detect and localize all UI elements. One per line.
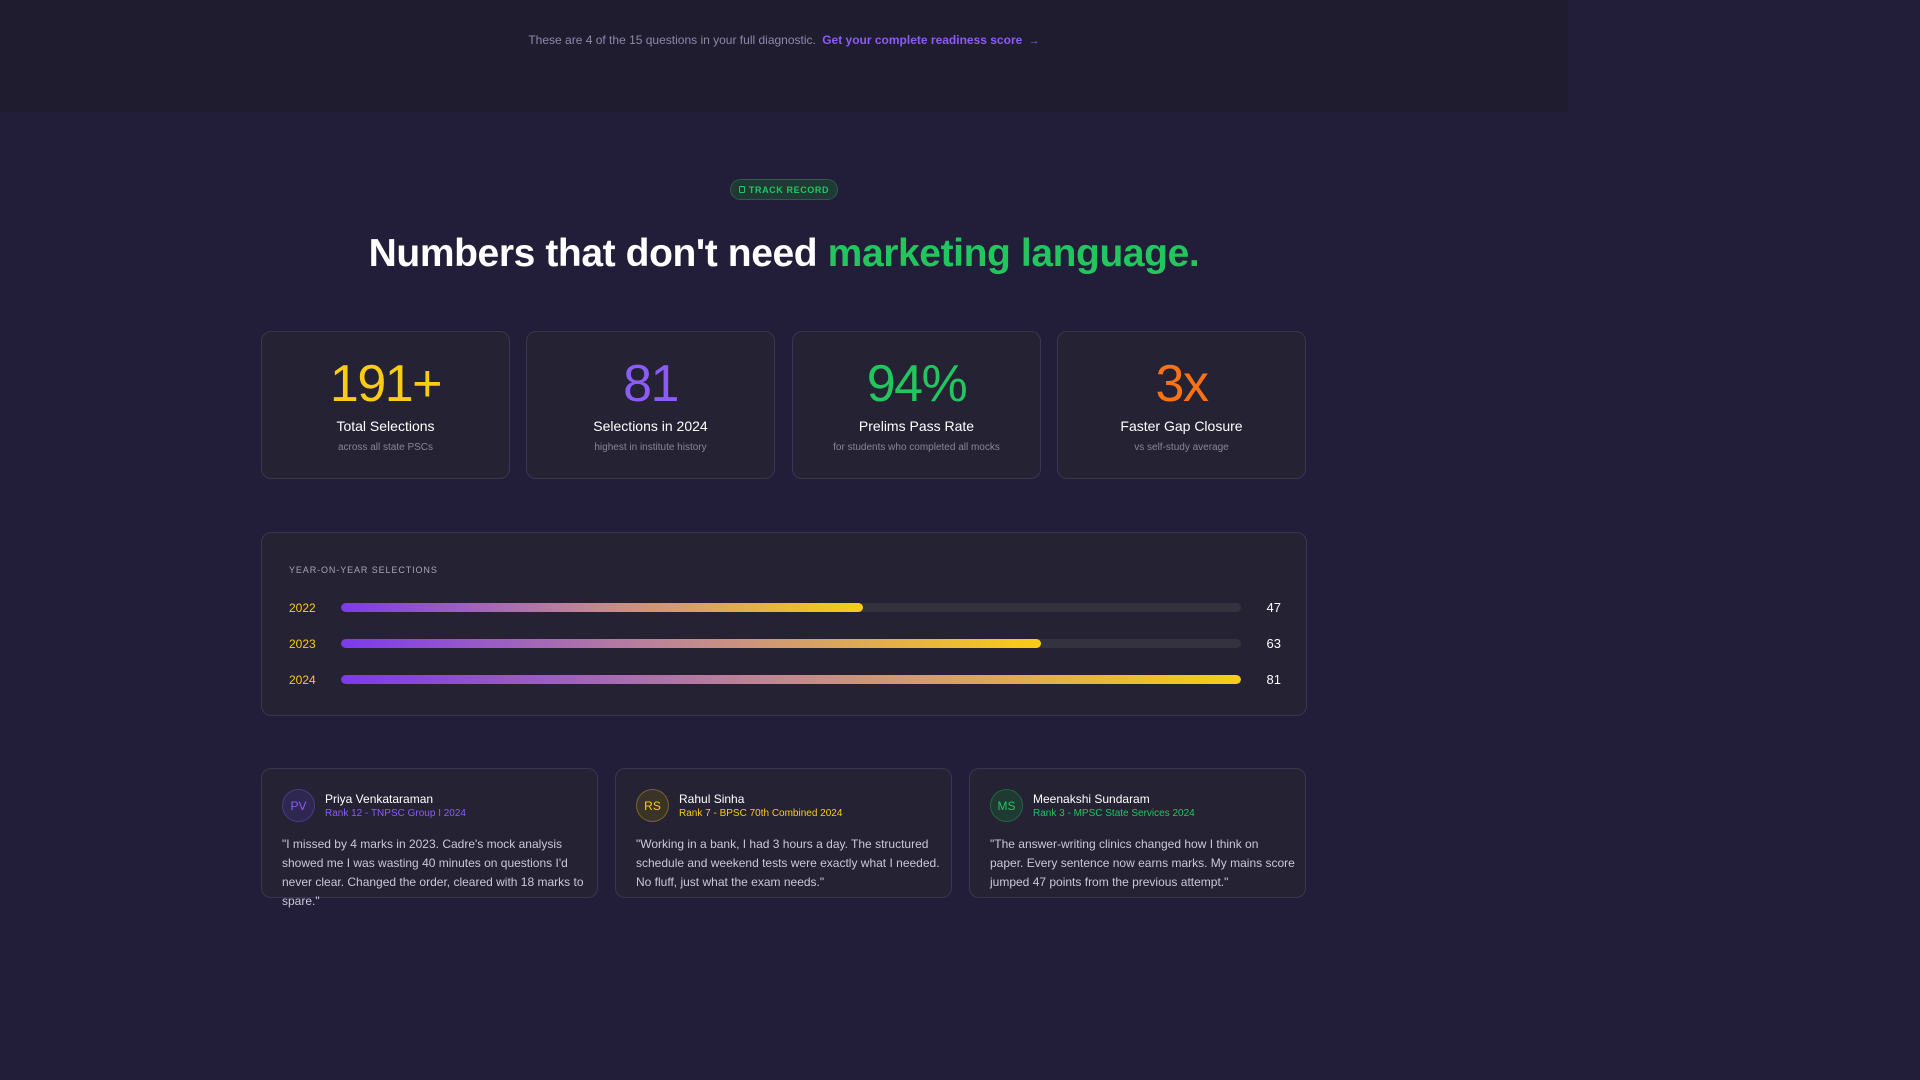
track-record-badge: TRACK RECORD — [730, 179, 838, 200]
bar-fill — [341, 675, 1241, 684]
testimonial-quote: "The answer-writing clinics changed how … — [990, 837, 1295, 889]
bar-value: 63 — [1266, 636, 1281, 651]
stat-card-total-selections: 191+ Total Selections across all state P… — [261, 331, 510, 479]
page-title: Numbers that don't need marketing langua… — [0, 232, 1568, 276]
bar-fill — [341, 603, 864, 612]
avatar: RS — [636, 789, 669, 822]
testimonial-name: Rahul Sinha — [679, 792, 745, 806]
shield-icon — [738, 186, 745, 193]
testimonial-rank: Rank 7 - BPSC 70th Combined 2024 — [679, 808, 843, 819]
chart-title: YEAR-ON-YEAR SELECTIONS — [289, 565, 438, 575]
notice-text: These are 4 of the 15 questions in your … — [528, 33, 816, 47]
yearly-selections-chart: YEAR-ON-YEAR SELECTIONS 2022 47 2023 63 … — [261, 532, 1307, 716]
testimonial-quote: "Working in a bank, I had 3 hours a day.… — [636, 837, 940, 889]
bar-value: 47 — [1266, 600, 1281, 615]
testimonial-quote: "I missed by 4 marks in 2023. Cadre's mo… — [282, 837, 584, 908]
stat-label: Prelims Pass Rate — [858, 418, 975, 434]
stat-sub: across all state PSCs — [337, 442, 434, 453]
stat-label: Faster Gap Closure — [1120, 418, 1243, 434]
stat-label: Total Selections — [336, 418, 435, 434]
bar-track — [341, 639, 1241, 648]
testimonial-rank: Rank 12 - TNPSC Group I 2024 — [325, 808, 466, 819]
bar-category: 2023 — [289, 637, 316, 651]
testimonial-card-priya: PV Priya Venkataraman Rank 12 - TNPSC Gr… — [261, 768, 598, 908]
stat-sub: highest in institute history — [594, 442, 707, 453]
diagnostic-notice: These are 4 of the 15 questions in your … — [0, 0, 1568, 112]
testimonial-card-rahul: RS Rahul Sinha Rank 7 - BPSC 70th Combin… — [615, 768, 952, 898]
headline-plain: Numbers that don't need — [368, 232, 818, 275]
stat-card-pass-rate: 94% Prelims Pass Rate for students who c… — [792, 331, 1041, 479]
stat-value: 191+ — [329, 355, 443, 413]
testimonial-name: Priya Venkataraman — [325, 792, 434, 806]
badge-label: TRACK RECORD — [748, 184, 830, 195]
bar-row-2023: 2023 63 — [289, 636, 1281, 652]
testimonial-name: Meenakshi Sundaram — [1033, 792, 1150, 806]
bar-fill — [341, 639, 1041, 648]
stat-card-gap-closure: 3x Faster Gap Closure vs self-study aver… — [1057, 331, 1306, 479]
arrow-right-icon: → — [1028, 35, 1040, 47]
bar-value: 81 — [1266, 672, 1281, 687]
testimonial-rank: Rank 3 - MPSC State Services 2024 — [1033, 808, 1195, 819]
bar-row-2024: 2024 81 — [289, 672, 1281, 688]
headline-accent: marketing language. — [827, 232, 1200, 275]
avatar: PV — [282, 789, 315, 822]
stat-sub: vs self-study average — [1134, 442, 1229, 453]
stat-value: 81 — [623, 355, 679, 413]
stat-label: Selections in 2024 — [593, 418, 708, 434]
avatar: MS — [990, 789, 1023, 822]
stat-card-selections-2024: 81 Selections in 2024 highest in institu… — [526, 331, 775, 479]
stat-sub: for students who completed all mocks — [833, 442, 1000, 453]
stat-value: 3x — [1155, 355, 1209, 413]
bar-track — [341, 675, 1241, 684]
stat-value: 94% — [866, 355, 968, 413]
bar-category: 2022 — [289, 601, 316, 615]
bar-category: 2024 — [289, 673, 316, 687]
bar-row-2022: 2022 47 — [289, 600, 1281, 616]
bar-track — [341, 603, 1241, 612]
readiness-score-link[interactable]: Get your complete readiness score — [822, 33, 1022, 47]
testimonial-card-meenakshi: MS Meenakshi Sundaram Rank 3 - MPSC Stat… — [969, 768, 1306, 898]
